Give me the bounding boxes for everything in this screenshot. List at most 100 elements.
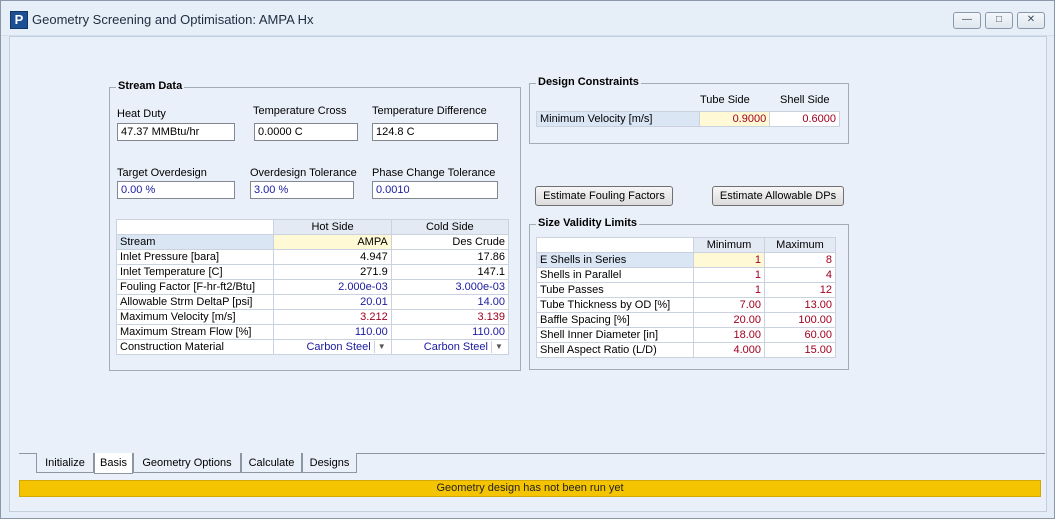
overdesign-tolerance-label: Overdesign Tolerance: [250, 167, 357, 179]
phase-change-tolerance-label: Phase Change Tolerance: [372, 167, 496, 179]
row-label: Construction Material: [115, 339, 275, 355]
close-button[interactable]: ✕: [1017, 12, 1045, 29]
estimate-fouling-factors-button[interactable]: Estimate Fouling Factors: [535, 186, 673, 206]
max-cell[interactable]: 13.00: [764, 297, 836, 313]
cold-stream-cell[interactable]: Des Crude: [390, 234, 510, 250]
cold-allowable-deltap-cell[interactable]: 14.00: [390, 294, 510, 310]
cold-max-stream-flow-cell[interactable]: 110.00: [390, 324, 510, 340]
hot-allowable-deltap-cell[interactable]: 20.01: [273, 294, 392, 310]
max-cell[interactable]: 8: [764, 252, 836, 268]
hot-max-stream-flow-cell[interactable]: 110.00: [273, 324, 392, 340]
row-label: Tube Thickness by OD [%]: [536, 297, 694, 313]
row-label: Inlet Pressure [bara]: [115, 249, 275, 265]
table-row: Inlet Temperature [C] 271.9 147.1: [115, 264, 510, 280]
row-label: Baffle Spacing [%]: [536, 312, 694, 328]
cold-inlet-pressure-cell[interactable]: 17.86: [390, 249, 510, 265]
title-bar: P Geometry Screening and Optimisation: A…: [1, 1, 1054, 36]
tab-calculate[interactable]: Calculate: [241, 453, 302, 473]
stream-data-table: Hot Side Cold Side Stream AMPA Des Crude…: [115, 219, 510, 355]
minimize-button[interactable]: —: [953, 12, 981, 29]
hot-inlet-pressure-cell[interactable]: 4.947: [273, 249, 392, 265]
design-constraints-table: Minimum Velocity [m/s] 0.9000 0.6000: [535, 111, 840, 127]
minimum-header: Minimum: [693, 237, 765, 253]
cold-inlet-temperature-cell[interactable]: 147.1: [390, 264, 510, 280]
tab-initialize[interactable]: Initialize: [36, 453, 94, 473]
shell-side-header: Shell Side: [780, 94, 830, 106]
tube-min-velocity-cell[interactable]: 0.9000: [699, 111, 771, 127]
tab-geometry-options[interactable]: Geometry Options: [133, 453, 241, 473]
stream-table-corner: [115, 219, 275, 235]
table-row: E Shells in Series 1 8: [536, 252, 836, 268]
status-bar: Geometry design has not been run yet: [19, 480, 1041, 497]
min-cell[interactable]: 4.000: [693, 342, 765, 358]
size-table-header-row: Minimum Maximum: [536, 237, 836, 253]
hot-fouling-factor-cell[interactable]: 2.000e-03: [273, 279, 392, 295]
temperature-difference-field[interactable]: 124.8 C: [372, 123, 498, 141]
maximum-header: Maximum: [764, 237, 836, 253]
maximize-button[interactable]: □: [985, 12, 1013, 29]
min-cell[interactable]: 20.00: [693, 312, 765, 328]
table-row: Shell Inner Diameter [in] 18.00 60.00: [536, 327, 836, 343]
shell-min-velocity-cell[interactable]: 0.6000: [769, 111, 840, 127]
table-row: Tube Passes 1 12: [536, 282, 836, 298]
stream-table-header-row: Hot Side Cold Side: [115, 219, 510, 235]
cold-fouling-factor-cell[interactable]: 3.000e-03: [390, 279, 510, 295]
temperature-difference-label: Temperature Difference: [372, 105, 487, 117]
row-label: Fouling Factor [F-hr-ft2/Btu]: [115, 279, 275, 295]
max-cell[interactable]: 4: [764, 267, 836, 283]
hot-stream-cell[interactable]: AMPA: [273, 234, 392, 250]
max-cell[interactable]: 60.00: [764, 327, 836, 343]
max-cell[interactable]: 100.00: [764, 312, 836, 328]
cold-max-velocity-cell[interactable]: 3.139: [390, 309, 510, 325]
phase-change-tolerance-field[interactable]: 0.0010: [372, 181, 498, 199]
size-validity-group: Size Validity Limits Minimum Maximum E S…: [529, 217, 849, 370]
design-constraints-legend: Design Constraints: [536, 76, 641, 88]
min-cell[interactable]: 1: [693, 252, 765, 268]
app-window: P Geometry Screening and Optimisation: A…: [0, 0, 1055, 519]
hot-construction-material-select[interactable]: Carbon Steel ▼: [273, 339, 392, 355]
min-cell[interactable]: 7.00: [693, 297, 765, 313]
row-label: Shell Aspect Ratio (L/D): [536, 342, 694, 358]
stream-data-group: Stream Data Heat Duty 47.37 MMBtu/hr Tem…: [109, 80, 521, 371]
table-row: Shells in Parallel 1 4: [536, 267, 836, 283]
row-label: Tube Passes: [536, 282, 694, 298]
max-cell[interactable]: 12: [764, 282, 836, 298]
max-cell[interactable]: 15.00: [764, 342, 836, 358]
min-cell[interactable]: 18.00: [693, 327, 765, 343]
temperature-cross-label: Temperature Cross: [253, 105, 347, 117]
hot-material-value: Carbon Steel: [306, 341, 371, 353]
chevron-down-icon[interactable]: ▼: [373, 341, 389, 353]
cold-construction-material-select[interactable]: Carbon Steel ▼: [390, 339, 510, 355]
min-cell[interactable]: 1: [693, 282, 765, 298]
stream-data-legend: Stream Data: [116, 80, 185, 92]
min-cell[interactable]: 1: [693, 267, 765, 283]
size-validity-table: Minimum Maximum E Shells in Series 1 8 S…: [536, 237, 836, 358]
tab-basis[interactable]: Basis: [94, 453, 133, 474]
chevron-down-icon[interactable]: ▼: [491, 341, 506, 353]
tube-side-header: Tube Side: [700, 94, 750, 106]
table-row: Minimum Velocity [m/s] 0.9000 0.6000: [535, 111, 840, 127]
table-row: Stream AMPA Des Crude: [115, 234, 510, 250]
heat-duty-field[interactable]: 47.37 MMBtu/hr: [117, 123, 235, 141]
size-table-corner: [536, 237, 694, 253]
row-label: E Shells in Series: [536, 252, 694, 268]
target-overdesign-field[interactable]: 0.00 %: [117, 181, 235, 199]
hot-max-velocity-cell[interactable]: 3.212: [273, 309, 392, 325]
temperature-cross-field[interactable]: 0.0000 C: [254, 123, 358, 141]
table-row: Construction Material Carbon Steel ▼ Carb…: [115, 339, 510, 355]
table-row: Allowable Strm DeltaP [psi] 20.01 14.00: [115, 294, 510, 310]
cold-material-value: Carbon Steel: [423, 341, 488, 353]
tab-designs[interactable]: Designs: [302, 453, 357, 473]
estimate-allowable-dps-button[interactable]: Estimate Allowable DPs: [712, 186, 844, 206]
size-validity-legend: Size Validity Limits: [536, 217, 640, 229]
main-panel: Stream Data Heat Duty 47.37 MMBtu/hr Tem…: [9, 36, 1047, 512]
target-overdesign-label: Target Overdesign: [117, 167, 207, 179]
tab-bar: Initialize Basis Geometry Options Calcul…: [19, 453, 1045, 475]
row-label: Allowable Strm DeltaP [psi]: [115, 294, 275, 310]
row-label: Shell Inner Diameter [in]: [536, 327, 694, 343]
heat-duty-label: Heat Duty: [117, 108, 166, 120]
row-label: Shells in Parallel: [536, 267, 694, 283]
hot-inlet-temperature-cell[interactable]: 271.9: [273, 264, 392, 280]
overdesign-tolerance-field[interactable]: 3.00 %: [250, 181, 354, 199]
row-label: Maximum Stream Flow [%]: [115, 324, 275, 340]
